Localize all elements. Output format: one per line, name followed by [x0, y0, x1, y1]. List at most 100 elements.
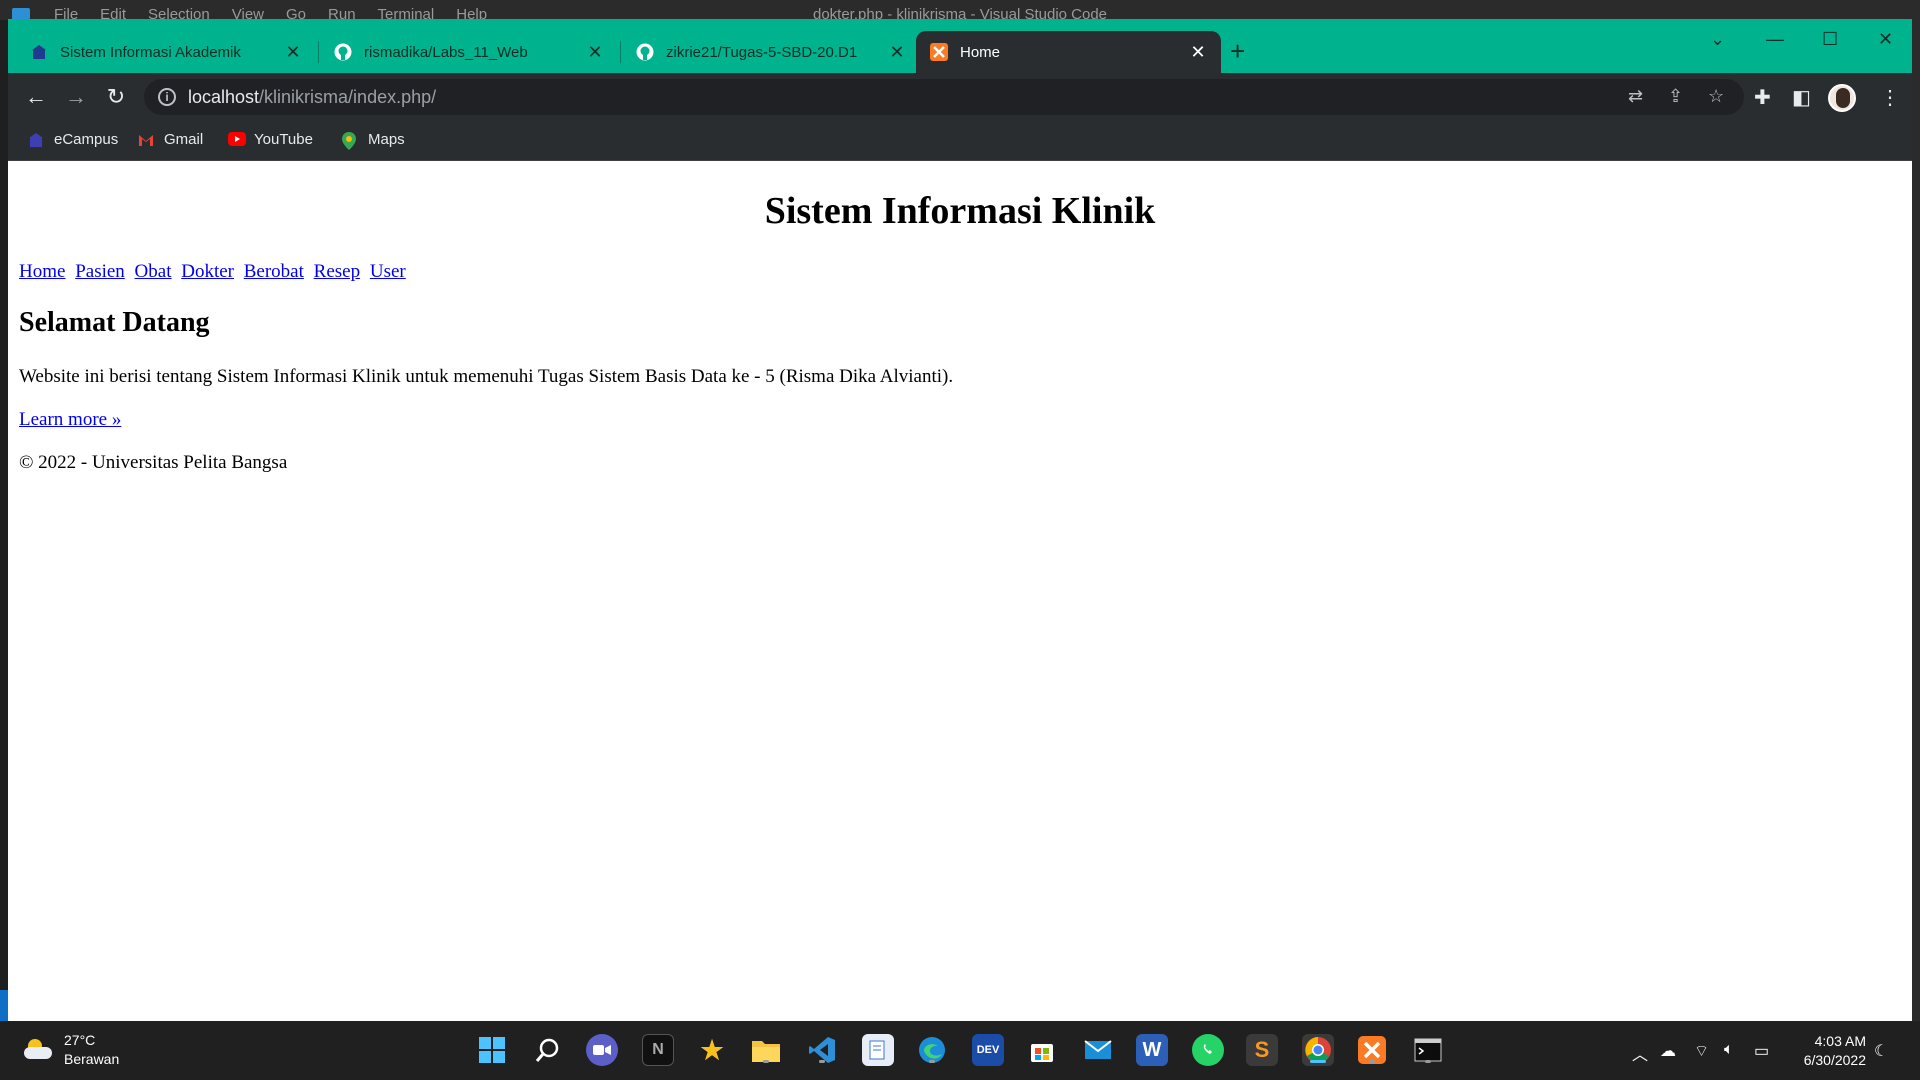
- start-icon[interactable]: [476, 1034, 508, 1066]
- focus-assist-icon[interactable]: ☾: [1874, 1041, 1888, 1061]
- show-hidden-icons-chevron-icon[interactable]: ︿: [1632, 1041, 1648, 1065]
- weather-temp: 27°C: [64, 1032, 96, 1048]
- youtube-icon: [228, 131, 246, 148]
- volume-icon[interactable]: 🔈︎: [1724, 1041, 1734, 1059]
- vscode-status-strip: [0, 990, 8, 1021]
- tab-title: rismadika/Labs_11_Web: [364, 43, 528, 61]
- share-icon[interactable]: ⇪: [1668, 86, 1683, 107]
- forward-button[interactable]: →: [62, 83, 90, 111]
- dev-home-icon[interactable]: DEV: [972, 1034, 1004, 1066]
- maps-icon: [342, 131, 358, 150]
- github-icon: [636, 43, 654, 61]
- nav-link-resep[interactable]: Resep: [314, 261, 360, 282]
- tab-search-icon[interactable]: ⌄: [1710, 29, 1725, 50]
- browser-window: Sistem Informasi Akademik ✕ rismadika/La…: [8, 19, 1912, 1021]
- github-icon: [334, 43, 352, 61]
- nav-link-dokter[interactable]: Dokter: [181, 261, 234, 282]
- nav-link-berobat[interactable]: Berobat: [244, 261, 304, 282]
- nav-link-pasien[interactable]: Pasien: [75, 261, 125, 282]
- wifi-icon[interactable]: ⌔: [1694, 1041, 1709, 1061]
- close-tab-icon[interactable]: ✕: [1189, 42, 1207, 63]
- reload-button[interactable]: ↻: [102, 83, 130, 111]
- notepad-icon[interactable]: [862, 1034, 894, 1066]
- weather-condition: Berawan: [64, 1051, 120, 1067]
- back-button[interactable]: ←: [22, 83, 50, 111]
- vscode-title-bar: File Edit Selection View Go Run Terminal…: [0, 0, 1920, 23]
- terminal-icon[interactable]: [1412, 1034, 1444, 1066]
- close-tab-icon[interactable]: ✕: [586, 42, 604, 63]
- vscode-icon[interactable]: [806, 1034, 838, 1066]
- site-info-icon[interactable]: i: [158, 88, 176, 106]
- feedback-hub-icon[interactable]: ★: [696, 1034, 728, 1066]
- url-text: localhost/klinikrisma/index.php/: [188, 87, 437, 107]
- battery-icon[interactable]: ▭: [1754, 1041, 1769, 1061]
- address-bar[interactable]: i localhost/klinikrisma/index.php/ ⇄ ⇪ ☆: [144, 79, 1744, 115]
- bookmarks-bar: eCampus Gmail YouTube Maps: [8, 121, 1912, 161]
- tab-tugas-5-sbd[interactable]: zikrie21/Tugas-5-SBD-20.D1 ✕: [622, 31, 920, 73]
- new-tab-button[interactable]: +: [1230, 38, 1245, 64]
- welcome-heading: Selamat Datang: [19, 307, 210, 338]
- mail-icon[interactable]: [1082, 1034, 1114, 1066]
- tab-separator: [318, 41, 319, 63]
- tab-title: Sistem Informasi Akademik: [60, 43, 241, 61]
- tab-title: Home: [960, 43, 1001, 61]
- chrome-icon[interactable]: [1302, 1034, 1334, 1066]
- page-title: Sistem Informasi Klinik: [764, 190, 1156, 232]
- tab-home[interactable]: Home ✕: [916, 31, 1221, 73]
- footer-text: © 2022 - Universitas Pelita Bangsa: [19, 452, 288, 473]
- profile-avatar[interactable]: [1828, 84, 1856, 112]
- bookmark-label: Gmail: [164, 131, 204, 148]
- minimize-icon[interactable]: —: [1766, 29, 1784, 50]
- tab-labs-11-web[interactable]: rismadika/Labs_11_Web ✕: [320, 31, 618, 73]
- web-page: Sistem Informasi Klinik Home Pasien Obat…: [8, 161, 1912, 1021]
- notion-icon[interactable]: N: [642, 1034, 674, 1066]
- tab-separator: [620, 41, 621, 63]
- onedrive-offline-icon[interactable]: ☁: [1660, 1041, 1676, 1061]
- bookmark-gmail[interactable]: Gmail: [138, 131, 203, 148]
- bookmark-maps[interactable]: Maps: [342, 131, 405, 150]
- close-tab-icon[interactable]: ✕: [284, 42, 302, 63]
- intro-text: Website ini berisi tentang Sistem Inform…: [19, 366, 954, 387]
- close-window-icon[interactable]: ✕: [1878, 29, 1893, 50]
- edge-icon[interactable]: [916, 1034, 948, 1066]
- maximize-icon[interactable]: ☐: [1822, 29, 1838, 50]
- tab-sistem-informasi-akademik[interactable]: Sistem Informasi Akademik ✕: [16, 31, 316, 73]
- learn-more-link[interactable]: Learn more »: [19, 409, 121, 431]
- bookmark-ecampus[interactable]: eCampus: [28, 131, 118, 148]
- bookmark-label: eCampus: [54, 131, 119, 148]
- weather-widget[interactable]: 27°C Berawan: [24, 1031, 119, 1069]
- tab-strip: Sistem Informasi Akademik ✕ rismadika/La…: [8, 19, 1912, 73]
- partly-cloudy-icon: [24, 1039, 52, 1061]
- bookmark-youtube[interactable]: YouTube: [228, 131, 313, 148]
- gmail-icon: [138, 132, 154, 148]
- ecampus-icon: [28, 132, 44, 148]
- search-icon[interactable]: [532, 1034, 564, 1066]
- clock-date: 6/30/2022: [1803, 1052, 1866, 1068]
- whatsapp-icon[interactable]: [1192, 1034, 1224, 1066]
- extensions-icon[interactable]: ✚: [1754, 85, 1771, 110]
- bookmark-label: YouTube: [254, 131, 313, 148]
- tab-title: zikrie21/Tugas-5-SBD-20.D1: [666, 43, 858, 61]
- taskbar: 27°C Berawan N ★ DEV W S ︿ ☁ ⌔ 🔈︎ ▭ 4:03…: [0, 1021, 1920, 1080]
- xampp-icon: [930, 43, 948, 61]
- word-icon[interactable]: W: [1136, 1034, 1168, 1066]
- xampp-icon[interactable]: [1356, 1034, 1388, 1066]
- teams-icon[interactable]: [586, 1034, 618, 1066]
- browser-toolbar: ← → ↻ i localhost/klinikrisma/index.php/…: [8, 73, 1912, 121]
- close-tab-icon[interactable]: ✕: [888, 42, 906, 63]
- side-panel-icon[interactable]: ◧: [1792, 85, 1811, 110]
- nav-link-home[interactable]: Home: [19, 261, 65, 282]
- nav-link-user[interactable]: User: [370, 261, 406, 282]
- menu-kebab-icon[interactable]: ⋮: [1880, 85, 1900, 110]
- sublime-text-icon[interactable]: S: [1246, 1034, 1278, 1066]
- system-clock[interactable]: 4:03 AM 6/30/2022: [1794, 1032, 1866, 1070]
- nav-link-obat[interactable]: Obat: [135, 261, 172, 282]
- translate-icon[interactable]: ⇄: [1628, 86, 1643, 107]
- campus-icon: [30, 43, 48, 61]
- microsoft-store-icon[interactable]: [1026, 1034, 1058, 1066]
- bookmark-star-icon[interactable]: ☆: [1708, 86, 1724, 107]
- site-nav: Home Pasien Obat Dokter Berobat Resep Us…: [19, 261, 411, 283]
- window-edge: [1912, 19, 1920, 1021]
- file-explorer-icon[interactable]: [750, 1034, 782, 1066]
- clock-time: 4:03 AM: [1814, 1033, 1866, 1049]
